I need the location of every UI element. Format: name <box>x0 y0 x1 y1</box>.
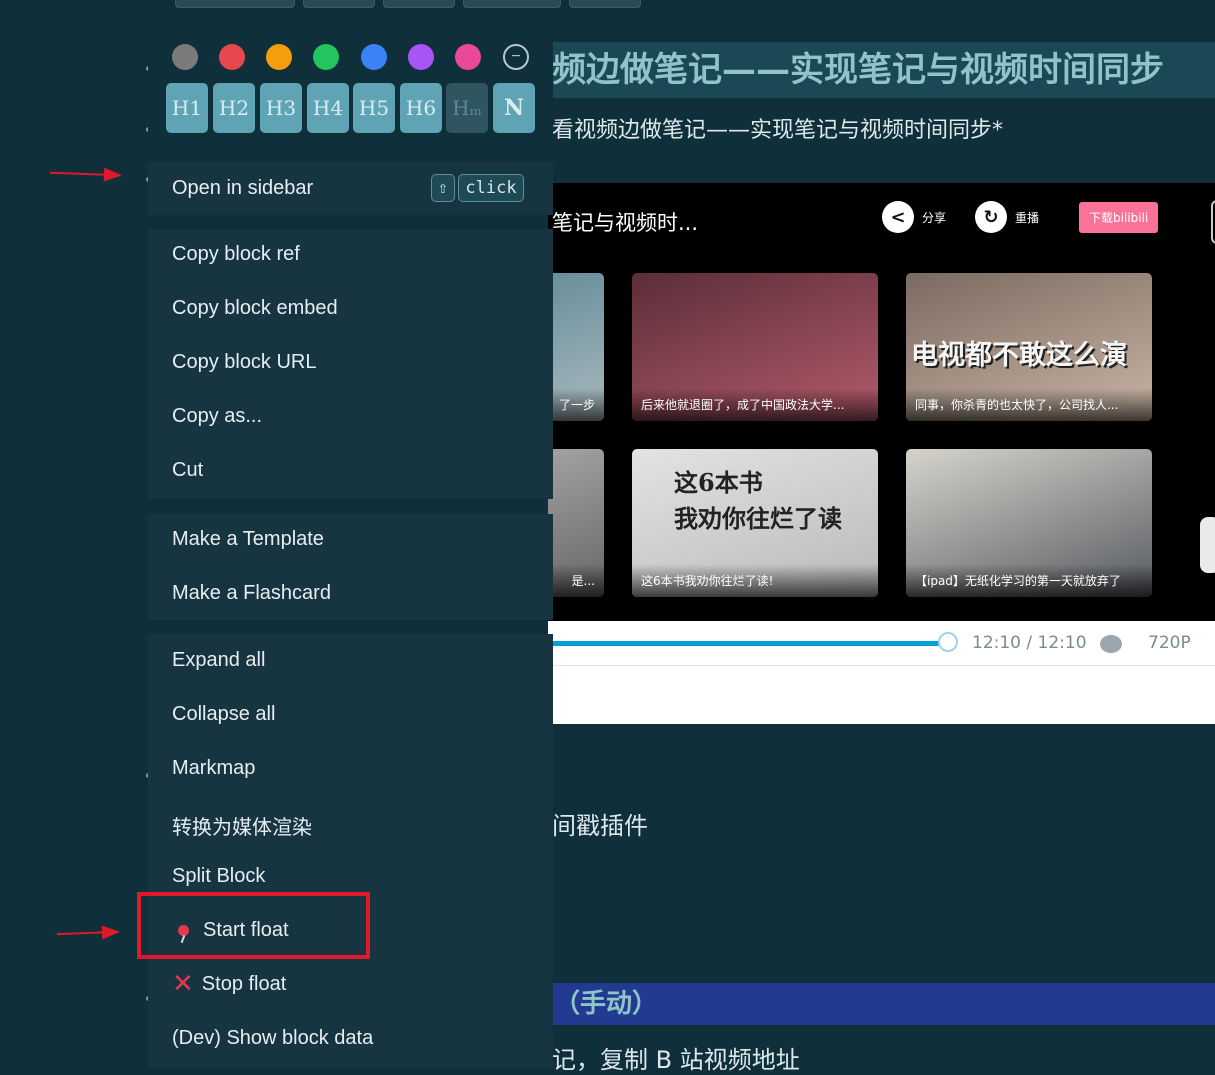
time-display: 12:10 / 12:10 <box>972 633 1087 653</box>
heading-1-button[interactable]: H1 <box>166 83 208 133</box>
clear-color-icon[interactable]: − <box>503 44 529 70</box>
annotation-highlight-box <box>137 892 370 959</box>
time-total: 12:10 <box>1037 633 1087 653</box>
tag[interactable] <box>303 0 375 8</box>
video-title: 笔记与视频时... <box>552 211 699 235</box>
shift-key-icon: ⇧ <box>431 174 455 202</box>
remove-heading-button[interactable]: N <box>493 83 535 133</box>
color-orange[interactable] <box>266 44 292 70</box>
tag[interactable] <box>175 0 295 8</box>
recommended-video[interactable]: 后来他就退圈了，成了中国政法大学... <box>632 273 878 421</box>
share-label: 分享 <box>922 210 947 225</box>
markmap-item[interactable]: Markmap <box>172 757 255 780</box>
heading-auto-button[interactable]: Hₘ <box>446 83 488 133</box>
edge-control[interactable] <box>1211 200 1215 244</box>
video-caption: 同事，你杀青的也太快了，公司找人... <box>906 388 1152 421</box>
color-pink[interactable] <box>455 44 481 70</box>
recommended-video[interactable]: 了一步 <box>548 273 604 421</box>
page-subtitle: 看视频边做笔记——实现笔记与视频时间同步* <box>552 118 1004 143</box>
annotation-arrow <box>56 930 119 936</box>
color-green[interactable] <box>313 44 339 70</box>
video-caption: 【ipad】无纸化学习的第一天就放弃了 <box>906 564 1152 597</box>
share-button[interactable]: < 分享 <box>882 201 946 233</box>
tag[interactable] <box>569 0 641 8</box>
replay-icon: ↻ <box>975 201 1007 233</box>
copy-block-ref-item[interactable]: Copy block ref <box>172 243 300 266</box>
split-block-item[interactable]: Split Block <box>172 865 265 888</box>
cross-icon: ✕ <box>172 969 194 999</box>
tag[interactable] <box>463 0 561 8</box>
color-gray[interactable] <box>172 44 198 70</box>
recommended-video[interactable]: 电视都不敢这么演 同事，你杀青的也太快了，公司找人... <box>906 273 1152 421</box>
collapse-all-item[interactable]: Collapse all <box>172 703 275 726</box>
video-caption: 是... <box>548 564 604 597</box>
time-separator: / <box>1026 633 1033 653</box>
expand-all-item[interactable]: Expand all <box>172 649 265 672</box>
color-purple[interactable] <box>408 44 434 70</box>
top-tag-row <box>175 0 641 8</box>
replay-label: 重播 <box>1015 210 1040 225</box>
copy-group: Copy block ref Copy block embed Copy blo… <box>148 229 553 499</box>
dev-show-block-data-item[interactable]: (Dev) Show block data <box>172 1027 373 1050</box>
page-text-bottom: 记，复制 B 站视频地址 <box>552 1046 800 1074</box>
copy-as-item[interactable]: Copy as... <box>172 405 262 428</box>
download-bilibili-button[interactable]: 下载bilibili <box>1079 202 1159 233</box>
volume-icon[interactable] <box>1100 635 1122 653</box>
heading-4-button[interactable]: H4 <box>307 83 349 133</box>
page-title: 频边做笔记——实现笔记与视频时间同步 <box>548 42 1215 98</box>
thumb-big-text: 这6本书 我劝你往烂了读 <box>674 468 842 533</box>
progress-knob[interactable] <box>938 632 958 652</box>
replay-button[interactable]: ↻ 重播 <box>975 201 1039 233</box>
open-in-sidebar-item[interactable]: Open in sidebar <box>172 177 313 200</box>
make-flashcard-item[interactable]: Make a Flashcard <box>172 582 331 605</box>
make-template-item[interactable]: Make a Template <box>172 528 324 551</box>
sidebar-group: Open in sidebar ⇧ click <box>148 162 553 215</box>
tools-group: Expand all Collapse all Markmap 转换为媒体渲染 … <box>148 634 553 1069</box>
progress-bar[interactable] <box>548 641 948 646</box>
time-current: 12:10 <box>972 633 1021 653</box>
color-red[interactable] <box>219 44 245 70</box>
stop-float-item[interactable]: ✕ Stop float <box>172 969 286 999</box>
open-in-sidebar-label: Open in sidebar <box>172 177 314 199</box>
annotation-arrow <box>49 171 121 177</box>
video-caption: 后来他就退圈了，成了中国政法大学... <box>632 388 878 421</box>
click-key: click <box>458 174 524 202</box>
section-heading: （手动） <box>548 983 1215 1025</box>
recommended-video[interactable]: 这6本书 我劝你往烂了读 这6本书我劝你往烂了读! <box>632 449 878 597</box>
stop-float-label: Stop float <box>201 972 287 995</box>
player-footer <box>548 665 1215 724</box>
video-caption: 了一步 <box>548 388 604 421</box>
heading-3-button[interactable]: H3 <box>260 83 302 133</box>
heading-2-button[interactable]: H2 <box>213 83 255 133</box>
player-controls: 12:10 / 12:10 720P <box>548 621 1215 665</box>
recommended-video[interactable]: 是... <box>548 449 604 597</box>
quality-selector[interactable]: 720P <box>1148 633 1191 653</box>
copy-block-url-item[interactable]: Copy block URL <box>172 351 317 374</box>
page-text-plugin: 间戳插件 <box>552 812 648 840</box>
color-blue[interactable] <box>361 44 387 70</box>
template-group: Make a Template Make a Flashcard <box>148 514 553 620</box>
recommended-video[interactable]: 【ipad】无纸化学习的第一天就放弃了 <box>906 449 1152 597</box>
share-icon: < <box>882 201 914 233</box>
bilibili-video-embed[interactable]: 笔记与视频时... < 分享 ↻ 重播 下载bilibili 了一步 后来他就退… <box>548 183 1215 621</box>
copy-block-embed-item[interactable]: Copy block embed <box>172 297 338 320</box>
next-page-handle[interactable] <box>1200 517 1215 573</box>
cut-item[interactable]: Cut <box>172 459 203 482</box>
thumb-big-text: 电视都不敢这么演 <box>911 340 1127 371</box>
video-caption: 这6本书我劝你往烂了读! <box>632 564 878 597</box>
color-palette: − H1 H2 H3 H4 H5 H6 Hₘ N <box>148 30 553 150</box>
shortcut-hint: ⇧ click <box>431 174 524 202</box>
heading-6-button[interactable]: H6 <box>400 83 442 133</box>
tag[interactable] <box>383 0 455 8</box>
heading-5-button[interactable]: H5 <box>353 83 395 133</box>
convert-media-render-item[interactable]: 转换为媒体渲染 <box>172 811 312 840</box>
